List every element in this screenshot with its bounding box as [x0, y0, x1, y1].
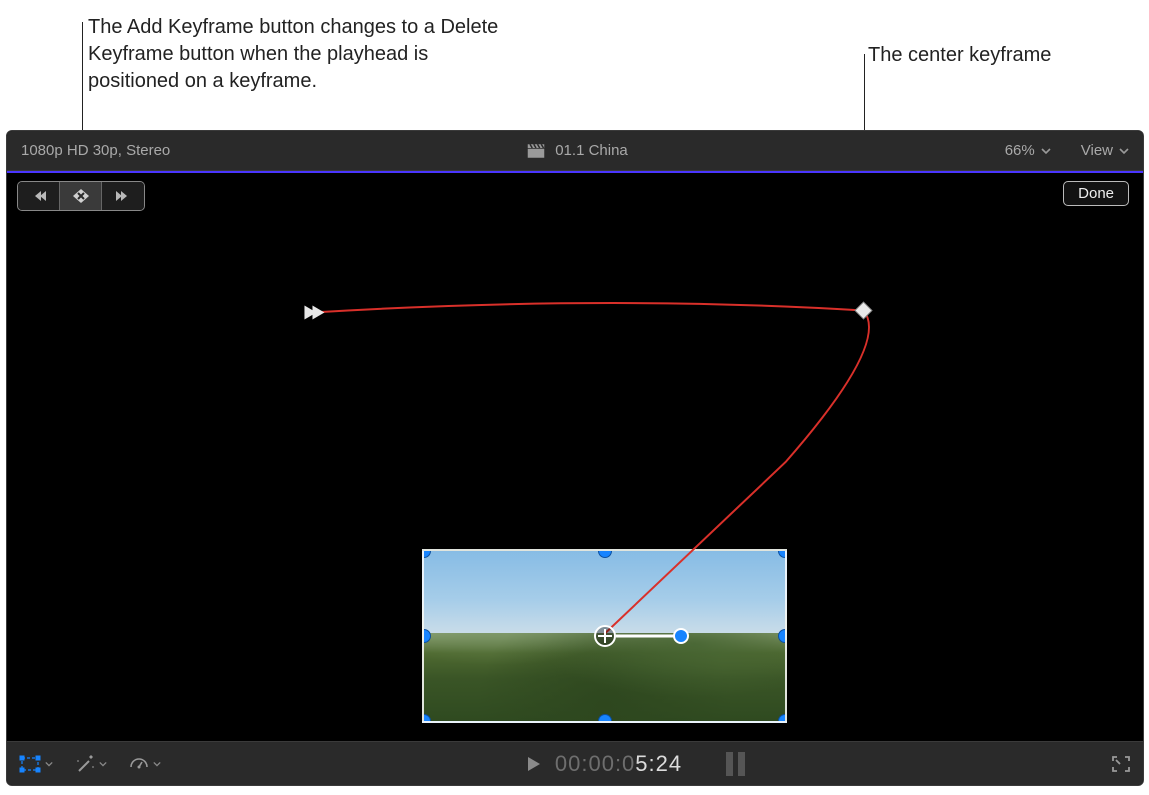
delete-keyframe-button[interactable] [60, 182, 102, 210]
viewer-canvas[interactable]: Done [7, 171, 1143, 741]
transform-handle-br[interactable] [778, 714, 787, 723]
chevron-down-icon [45, 760, 53, 768]
timecode-active: 5:24 [635, 751, 682, 776]
viewer-infobar: 1080p HD 30p, Stereo 01.1 China 66% [7, 131, 1143, 171]
transform-handle-ml[interactable] [422, 629, 431, 643]
annotation-area: The Add Keyframe button changes to a Del… [0, 0, 1149, 130]
chevron-down-icon [153, 760, 161, 768]
keyframe-center-marker[interactable] [855, 302, 872, 319]
timecode-dim: 00:00:0 [555, 751, 635, 776]
selected-clip[interactable] [422, 549, 787, 723]
timecode-display: 00:00:05:24 [527, 751, 745, 777]
retime-tool-button[interactable] [129, 755, 161, 773]
pause-icon [726, 752, 745, 776]
transform-handle-mr[interactable] [778, 629, 787, 643]
transform-tool-button[interactable] [19, 755, 53, 773]
rotation-arm [616, 635, 681, 638]
keyframe-start-marker[interactable] [304, 306, 324, 320]
transform-tool-icon [19, 755, 41, 773]
viewer-bottombar: 00:00:05:24 [7, 741, 1143, 785]
clapperboard-icon [527, 143, 545, 159]
chevron-down-icon [1119, 146, 1129, 156]
retime-tool-icon [129, 755, 149, 773]
play-icon [527, 756, 541, 772]
transform-handle-bc[interactable] [598, 714, 612, 723]
clip-format-label: 1080p HD 30p, Stereo [21, 142, 170, 159]
rotation-handle[interactable] [673, 628, 689, 644]
viewer-window: 1080p HD 30p, Stereo 01.1 China 66% [6, 130, 1144, 786]
done-button[interactable]: Done [1063, 181, 1129, 206]
keyframe-nav-group [17, 181, 145, 211]
play-button[interactable] [527, 756, 541, 772]
clip-name-label: 01.1 China [555, 142, 628, 159]
chevron-down-icon [1041, 146, 1051, 156]
next-keyframe-icon [115, 189, 131, 203]
fullscreen-icon [1111, 755, 1131, 773]
delete-keyframe-icon [72, 188, 90, 204]
view-menu[interactable]: View [1081, 142, 1129, 159]
transform-handle-bl[interactable] [422, 714, 431, 723]
zoom-value: 66% [1005, 142, 1035, 159]
transform-handle-tc[interactable] [598, 549, 612, 558]
enhance-tool-button[interactable] [75, 755, 107, 773]
enhance-tool-icon [75, 755, 95, 773]
prev-keyframe-icon [31, 189, 47, 203]
next-keyframe-button[interactable] [102, 182, 144, 210]
view-menu-label: View [1081, 142, 1113, 159]
fullscreen-button[interactable] [1111, 755, 1131, 773]
callout-center-keyframe: The center keyframe [868, 42, 1068, 69]
chevron-down-icon [99, 760, 107, 768]
zoom-menu[interactable]: 66% [1005, 142, 1051, 159]
transform-handle-tl[interactable] [422, 549, 431, 558]
transform-handle-tr[interactable] [778, 549, 787, 558]
transform-anchor[interactable] [594, 625, 616, 647]
callout-delete-keyframe: The Add Keyframe button changes to a Del… [88, 14, 518, 95]
prev-keyframe-button[interactable] [18, 182, 60, 210]
